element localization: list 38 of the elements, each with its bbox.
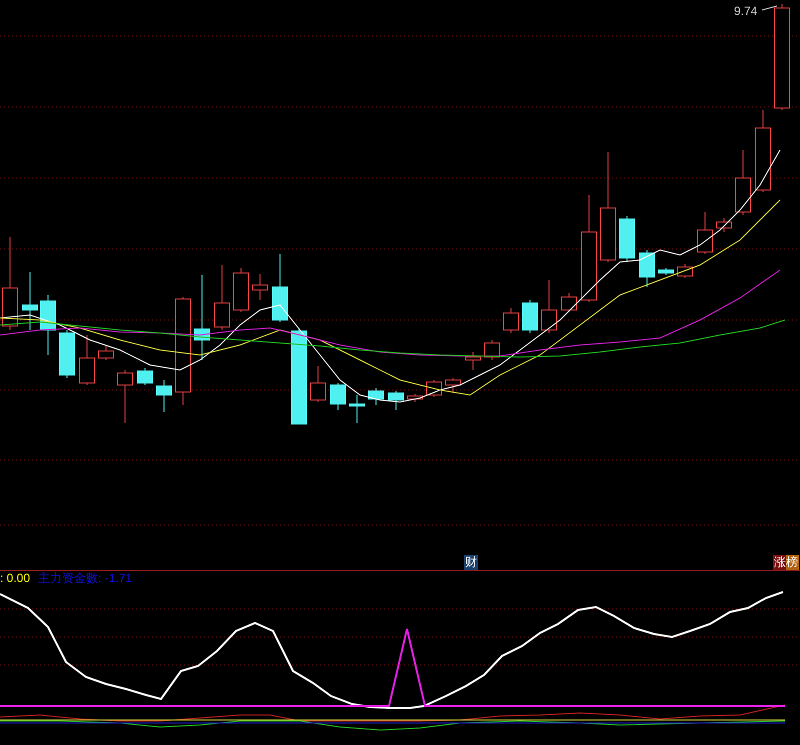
leader-line: [762, 6, 778, 10]
indicator-value: 主力资金數: -1.71: [38, 570, 132, 586]
candlestick: [735, 150, 751, 216]
ranking-tag[interactable]: 涨榜: [773, 555, 799, 570]
candlestick: [233, 268, 249, 312]
candlestick: [503, 308, 519, 334]
candlestick: [22, 272, 38, 330]
candlestick: [310, 366, 326, 402]
candlestick: [117, 370, 133, 424]
candlestick: [40, 294, 56, 356]
candlestick: [677, 264, 693, 278]
candlestick: [252, 274, 268, 300]
candlestick: [522, 300, 538, 334]
candlestick: [388, 390, 404, 410]
candlestick: [349, 394, 365, 424]
candlestick: [272, 254, 288, 322]
candlestick: [561, 292, 577, 312]
candlestick: [639, 250, 655, 288]
candlestick: [137, 368, 153, 386]
candlestick: [445, 378, 461, 394]
candlestick: [98, 346, 114, 360]
candlestick: [407, 394, 423, 402]
candlestick: [79, 334, 95, 386]
finance-tag[interactable]: 财: [464, 555, 478, 570]
indicator-value: : 0.00: [0, 571, 30, 585]
candlestick: [214, 264, 230, 330]
candlestick: [59, 330, 75, 378]
candlestick: [368, 388, 384, 406]
candlestick: [619, 216, 635, 262]
candlestick: [697, 212, 713, 254]
candlestick: [465, 352, 481, 370]
candlestick: [658, 268, 674, 276]
candlestick: [716, 218, 732, 232]
candlestick: [156, 380, 172, 412]
max-price-label: 9.74: [734, 4, 758, 18]
candlestick: [484, 340, 500, 360]
candlestick: [330, 382, 346, 410]
candlestick: [541, 280, 557, 334]
